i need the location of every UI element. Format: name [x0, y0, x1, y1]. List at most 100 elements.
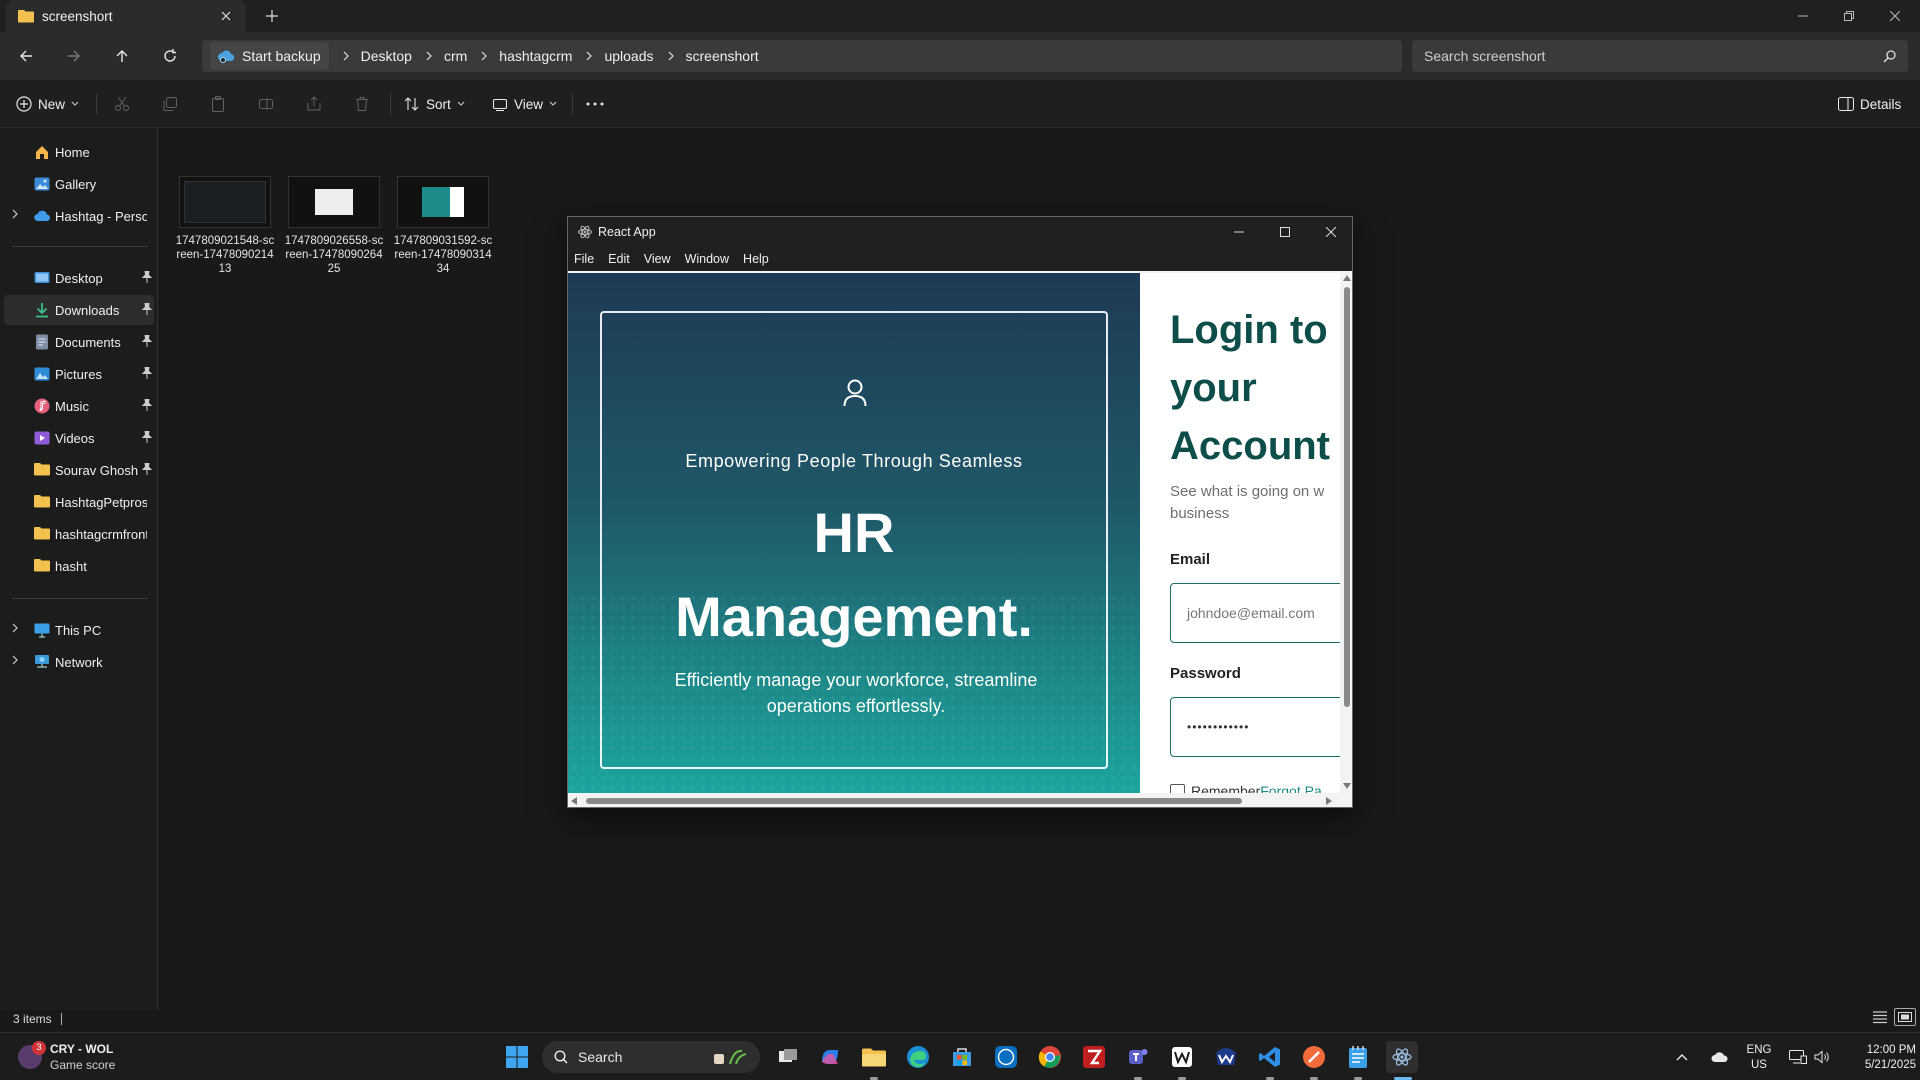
password-field[interactable]: •••••••••••• [1170, 697, 1352, 757]
remember-checkbox[interactable] [1170, 783, 1185, 793]
electron-app-icon[interactable] [1386, 1041, 1418, 1073]
pin-icon[interactable] [142, 271, 152, 283]
taskbar-search[interactable]: Search [542, 1041, 760, 1073]
forgot-password-link[interactable]: Forgot Pa [1260, 783, 1321, 793]
pin-icon[interactable] [142, 367, 152, 379]
menu-view[interactable]: View [644, 252, 671, 266]
chevron-up-icon[interactable] [1672, 1041, 1692, 1073]
scroll-down-icon[interactable] [1343, 783, 1351, 789]
dell-icon[interactable] [990, 1041, 1022, 1073]
edge-icon[interactable] [902, 1041, 934, 1073]
task-view-icon[interactable] [772, 1041, 804, 1073]
pin-icon[interactable] [142, 399, 152, 411]
volume-icon[interactable] [1810, 1041, 1834, 1073]
minimize-button[interactable] [1780, 0, 1826, 32]
chevron-right-icon[interactable] [343, 51, 349, 61]
close-tab-icon[interactable] [216, 6, 236, 26]
chevron-right-icon[interactable] [12, 655, 18, 665]
vertical-scrollbar[interactable] [1340, 273, 1352, 793]
sidebar-item-network[interactable]: Network [4, 647, 154, 677]
sidebar-item-sourav-ghosh[interactable]: Sourav Ghosh B [4, 455, 154, 485]
breadcrumb-start-backup[interactable]: Start backup [210, 42, 329, 70]
email-field[interactable]: johndoe@email.com [1170, 583, 1352, 643]
chevron-right-icon[interactable] [481, 51, 488, 61]
copilot-icon[interactable] [814, 1041, 846, 1073]
app-close-button[interactable] [1308, 217, 1352, 247]
chevron-right-icon[interactable] [668, 51, 674, 61]
language-indicator[interactable]: ENG US [1742, 1043, 1776, 1073]
sidebar-item-documents[interactable]: Documents [4, 327, 154, 357]
sidebar-item-hashtagcrmfront[interactable]: hashtagcrmfront [4, 519, 154, 549]
app-maximize-button[interactable] [1262, 217, 1308, 247]
tab-screenshort[interactable]: screenshort [6, 0, 246, 32]
pin-icon[interactable] [142, 463, 152, 475]
details-view-icon[interactable] [1872, 1010, 1888, 1024]
delete-button[interactable] [354, 90, 370, 118]
menu-file[interactable]: File [574, 252, 594, 266]
view-button[interactable]: View [492, 90, 557, 118]
scroll-left-icon[interactable] [571, 797, 577, 805]
copy-button[interactable] [162, 90, 178, 118]
menu-help[interactable]: Help [743, 252, 769, 266]
start-button[interactable] [501, 1041, 533, 1073]
address-bar[interactable]: Start backup Desktop crm hashtagcrm uplo… [202, 40, 1402, 72]
scroll-up-icon[interactable] [1343, 275, 1351, 281]
pin-icon[interactable] [142, 431, 152, 443]
breadcrumb-hashtagcrm[interactable]: hashtagcrm [499, 48, 572, 64]
rename-button[interactable] [258, 90, 274, 118]
display-network-icon[interactable] [1786, 1041, 1810, 1073]
restore-button[interactable] [1826, 0, 1872, 32]
horizontal-scroll-thumb[interactable] [586, 798, 1242, 804]
sidebar-item-hasht[interactable]: hasht [4, 551, 154, 581]
sidebar-item-videos[interactable]: Videos [4, 423, 154, 453]
sidebar-item-music[interactable]: Music [4, 391, 154, 421]
search-input[interactable]: Search screenshort [1412, 40, 1908, 72]
postman-icon[interactable] [1298, 1041, 1330, 1073]
webstorm-icon[interactable] [1210, 1041, 1242, 1073]
sidebar-item-desktop[interactable]: Desktop [4, 263, 154, 293]
paste-button[interactable] [210, 90, 226, 118]
vertical-scroll-thumb[interactable] [1344, 287, 1350, 707]
app-minimize-button[interactable] [1216, 217, 1262, 247]
share-button[interactable] [306, 90, 322, 118]
sidebar-item-hashtagpetpros[interactable]: HashtagPetpros [4, 487, 154, 517]
game-widget[interactable]: 3 CRY - WOL Game score [14, 1039, 194, 1075]
file-item[interactable]: 1747809031592-screen-1747809031434 [393, 172, 493, 276]
chevron-right-icon[interactable] [12, 623, 18, 633]
file-explorer-icon[interactable] [858, 1041, 890, 1073]
up-button[interactable] [108, 42, 136, 70]
word-icon[interactable] [1166, 1041, 1198, 1073]
cut-button[interactable] [114, 90, 130, 118]
pin-icon[interactable] [142, 335, 152, 347]
pin-icon[interactable] [142, 303, 152, 315]
breadcrumb-uploads[interactable]: uploads [604, 48, 653, 64]
menu-window[interactable]: Window [685, 252, 729, 266]
forward-button[interactable] [60, 42, 88, 70]
sidebar-item-onedrive[interactable]: Hashtag - Personal [4, 201, 154, 231]
vscode-icon[interactable] [1254, 1041, 1286, 1073]
new-tab-button[interactable] [262, 6, 282, 26]
more-options-button[interactable] [586, 90, 604, 118]
chevron-right-icon[interactable] [426, 51, 432, 61]
file-item[interactable]: 1747809026558-screen-1747809026425 [284, 172, 384, 276]
menu-edit[interactable]: Edit [608, 252, 630, 266]
sidebar-item-gallery[interactable]: Gallery [4, 169, 154, 199]
breadcrumb-desktop[interactable]: Desktop [361, 48, 412, 64]
sidebar-item-pictures[interactable]: Pictures [4, 359, 154, 389]
chevron-right-icon[interactable] [12, 209, 18, 219]
file-item[interactable]: 1747809021548-screen-1747809021413 [175, 172, 275, 276]
onedrive-cloud-icon[interactable] [1706, 1041, 1734, 1073]
notepad-icon[interactable] [1342, 1041, 1374, 1073]
microsoft-store-icon[interactable] [946, 1041, 978, 1073]
breadcrumb-crm[interactable]: crm [444, 48, 467, 64]
sidebar-item-downloads[interactable]: Downloads [4, 295, 154, 325]
teams-icon[interactable] [1122, 1041, 1154, 1073]
scroll-right-icon[interactable] [1326, 797, 1332, 805]
filezilla-icon[interactable] [1078, 1041, 1110, 1073]
tiles-view-icon[interactable] [1894, 1008, 1916, 1026]
back-button[interactable] [12, 42, 40, 70]
refresh-button[interactable] [156, 42, 184, 70]
chevron-right-icon[interactable] [586, 51, 593, 61]
sidebar-item-home[interactable]: Home [4, 137, 154, 167]
new-button[interactable]: New [16, 90, 79, 118]
